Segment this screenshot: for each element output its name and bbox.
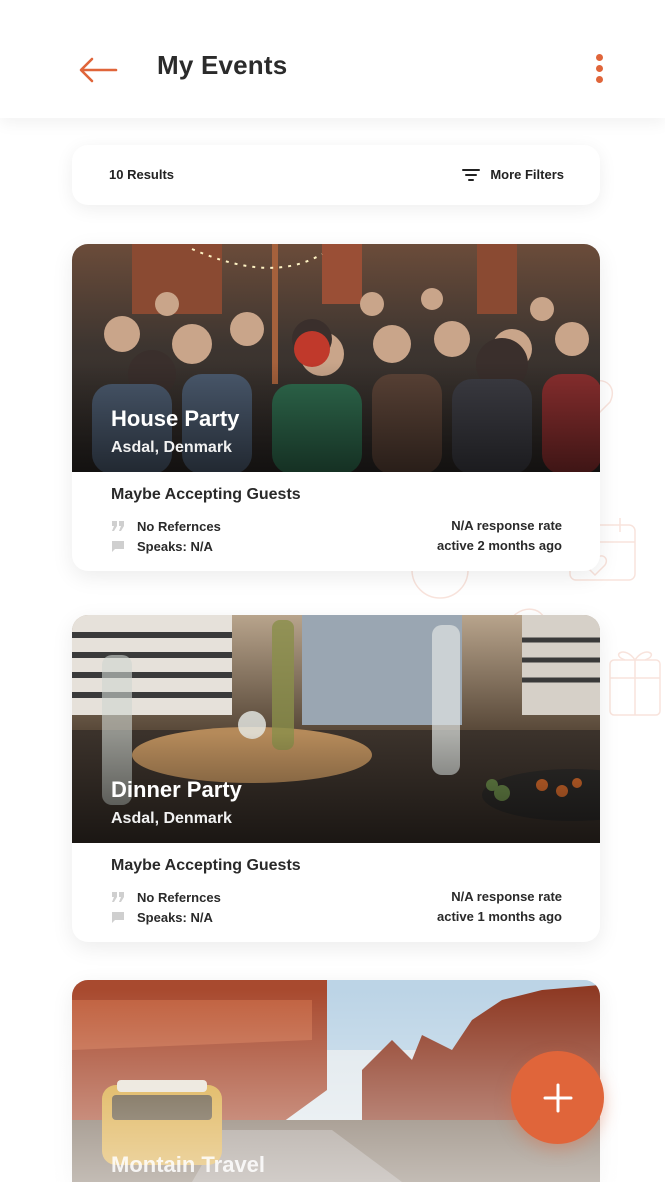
- results-bar: 10 Results More Filters: [72, 145, 600, 205]
- event-title: Montain Travel: [111, 1152, 266, 1177]
- filter-icon: [462, 168, 481, 181]
- back-button[interactable]: [78, 55, 118, 85]
- chat-bubble-icon: [112, 912, 124, 923]
- event-location: Asdal, Denmark: [111, 439, 232, 456]
- add-event-button[interactable]: [511, 1051, 604, 1144]
- chat-bubble-icon: [112, 541, 124, 552]
- plus-icon: [543, 1083, 572, 1112]
- event-details: Maybe Accepting Guests No Refernces Spea…: [72, 843, 600, 942]
- event-references: No Refernces: [137, 889, 221, 905]
- event-title: House Party: [111, 406, 240, 431]
- event-card-dinner-party[interactable]: Dinner Party Asdal, Denmark Maybe Accept…: [72, 615, 600, 942]
- app-header: My Events: [0, 0, 665, 118]
- event-details: Maybe Accepting Guests No Refernces Spea…: [72, 472, 600, 571]
- event-image: Dinner Party Asdal, Denmark: [72, 615, 600, 843]
- arrow-left-icon: [79, 57, 118, 83]
- quote-icon: [112, 521, 124, 531]
- response-rate: N/A response rate: [451, 518, 562, 533]
- more-options-button[interactable]: [588, 54, 610, 88]
- event-speaks: Speaks: N/A: [137, 538, 213, 554]
- event-card-house-party[interactable]: House Party Asdal, Denmark Maybe Accepti…: [72, 244, 600, 571]
- page-title: My Events: [157, 50, 288, 80]
- event-image: House Party Asdal, Denmark: [72, 244, 600, 472]
- response-rate: N/A response rate: [451, 889, 562, 904]
- event-references: No Refernces: [137, 518, 221, 534]
- event-title: Dinner Party: [111, 777, 242, 802]
- kebab-menu-icon: [588, 54, 610, 83]
- more-filters-button[interactable]: More Filters: [462, 167, 564, 182]
- last-active: active 2 months ago: [437, 538, 562, 553]
- event-status: Maybe Accepting Guests: [111, 857, 301, 874]
- more-filters-label: More Filters: [490, 167, 564, 182]
- last-active: active 1 months ago: [437, 909, 562, 924]
- quote-icon: [112, 892, 124, 902]
- results-count: 10 Results: [109, 167, 175, 182]
- event-speaks: Speaks: N/A: [137, 909, 213, 925]
- event-status: Maybe Accepting Guests: [111, 486, 301, 503]
- event-location: Asdal, Denmark: [111, 810, 232, 827]
